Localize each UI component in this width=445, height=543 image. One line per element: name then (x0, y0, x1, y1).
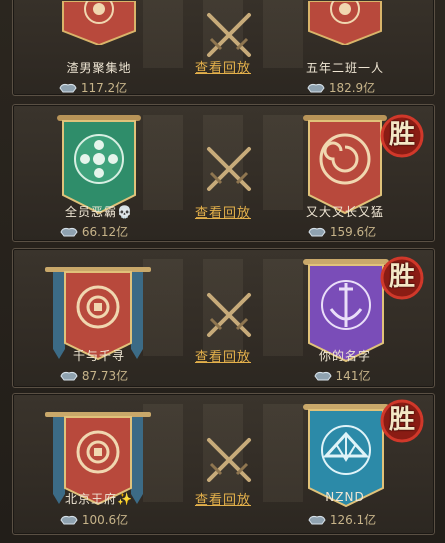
left-team-banner (62, 1, 136, 45)
left-team-power-value: 100.6亿 (81, 513, 129, 527)
right-team-power-value: 141亿 (335, 369, 371, 383)
left-team-power-value: 87.73亿 (81, 369, 129, 383)
skull-emoji: 💀 (117, 205, 133, 219)
left-team-name: 全员恶霸💀 (39, 203, 159, 220)
match-card-4: 胜 北京王府✨ NZND 查看回放 100.6亿 126.1亿 (12, 393, 435, 535)
crossed-swords-icon (207, 438, 251, 482)
left-team-name: 千与千寻 (72, 349, 125, 363)
left-team-power: 87.73亿 (39, 367, 149, 384)
left-team-power-value: 66.12亿 (81, 225, 129, 239)
win-badge: 胜 (379, 255, 425, 301)
battle-record-screen: 渣男聚集地 五年二班一人 查看回放 117.2亿 182.9亿 胜 全员恶霸💀 … (0, 0, 445, 543)
crossed-swords-icon (207, 147, 251, 191)
view-replay-link[interactable]: 查看回放 (183, 489, 263, 508)
silver-ingot-icon (60, 227, 78, 237)
match-card-2: 胜 全员恶霸💀 又大又长又猛 查看回放 66.12亿 159.6亿 (12, 104, 435, 242)
right-team-power: 141亿 (287, 367, 397, 384)
sparkle-emoji: ✨ (117, 492, 133, 506)
left-team-name: 北京王府✨ (39, 490, 159, 507)
view-replay-link[interactable]: 查看回放 (183, 202, 263, 221)
silver-ingot-icon (59, 83, 77, 93)
right-team-power-value: 159.6亿 (329, 225, 377, 239)
win-badge: 胜 (379, 113, 425, 159)
right-team-power-value: 182.9亿 (328, 81, 376, 95)
right-team-name: 又大又长又猛 (305, 205, 384, 219)
left-team-power-value: 117.2亿 (80, 81, 128, 95)
silver-ingot-icon (308, 515, 326, 525)
match-card-3: 胜 千与千寻 你的名字 查看回放 87.73亿 141亿 (12, 248, 435, 388)
left-team-power: 66.12亿 (39, 223, 149, 240)
win-label: 胜 (388, 120, 415, 150)
view-replay-link[interactable]: 查看回放 (183, 346, 263, 365)
right-team-power: 126.1亿 (287, 511, 397, 528)
silver-ingot-icon (307, 83, 325, 93)
left-team-name: 渣男聚集地 (66, 61, 132, 75)
left-team-power: 100.6亿 (39, 511, 149, 528)
win-label: 胜 (388, 262, 415, 292)
silver-ingot-icon (313, 371, 332, 381)
right-team-name: 五年二班一人 (305, 61, 384, 75)
left-team-banner (57, 115, 141, 215)
right-team-banner (303, 115, 387, 215)
view-replay-link[interactable]: 查看回放 (183, 57, 263, 76)
win-badge: 胜 (379, 398, 425, 444)
left-team-name-text: 北京王府 (65, 492, 118, 506)
left-team-name-text: 全员恶霸 (65, 205, 118, 219)
silver-ingot-icon (308, 227, 326, 237)
right-team-name: 你的名字 (318, 349, 371, 363)
silver-ingot-icon (60, 371, 78, 381)
win-label: 胜 (388, 405, 415, 435)
right-team-name: NZND (325, 490, 365, 504)
right-team-power-value: 126.1亿 (329, 513, 377, 527)
crossed-swords-icon (207, 293, 251, 337)
right-team-banner (308, 1, 382, 45)
silver-ingot-icon (60, 515, 78, 525)
right-team-power: 182.9亿 (286, 79, 396, 96)
right-team-power: 159.6亿 (287, 223, 397, 240)
left-team-power: 117.2亿 (38, 79, 148, 96)
